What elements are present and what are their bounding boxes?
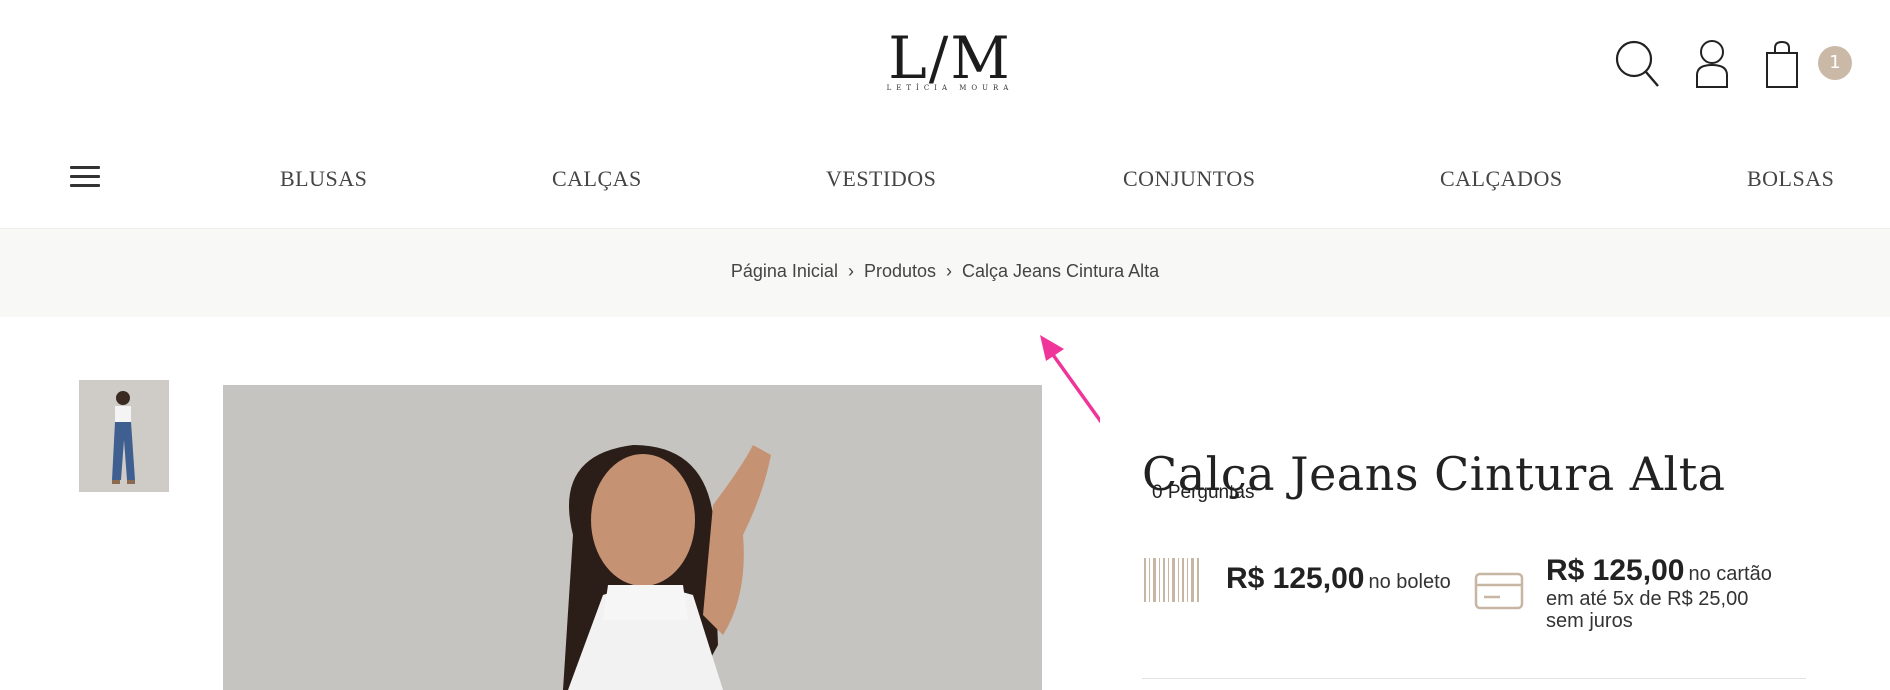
breadcrumb-products[interactable]: Produtos [864, 261, 936, 281]
breadcrumb-home[interactable]: Página Inicial [731, 261, 838, 281]
card-note: no cartão [1688, 563, 1772, 585]
breadcrumb-current: Calça Jeans Cintura Alta [962, 261, 1160, 281]
breadcrumb-bar: Página Inicial › Produtos › Calça Jeans Cint… [0, 229, 1890, 317]
nav-item-calcas[interactable]: CALÇAS [552, 166, 642, 192]
main-nav: BLUSAS CALÇAS VESTIDOS CONJUNTOS CALÇADO… [0, 160, 1890, 200]
chevron-right-icon: › [946, 261, 952, 281]
annotation-arrow-icon [1040, 335, 1100, 424]
boleto-note: no boleto [1368, 571, 1451, 593]
questions-link[interactable]: 0 Perguntas [1152, 482, 1254, 504]
nav-item-bolsas[interactable]: BOLSAS [1747, 166, 1834, 192]
chevron-right-icon: › [847, 261, 854, 281]
credit-card-icon [1474, 572, 1524, 610]
logo-mark: L/M [888, 24, 1012, 92]
nav-item-calcados[interactable]: CALÇADOS [1440, 166, 1563, 192]
brand-logo[interactable]: L/M LETÍCIA MOURA [885, 28, 1015, 98]
card-price: R$ 125,00 [1546, 554, 1685, 587]
card-interest: sem juros [1546, 610, 1633, 632]
nav-item-vestidos[interactable]: VESTIDOS [826, 166, 936, 192]
search-icon[interactable] [1614, 39, 1660, 93]
logo-subtitle: LETÍCIA MOURA [886, 84, 1014, 92]
header-icons [1580, 38, 1852, 94]
breadcrumb: Página Inicial › Produtos › Calça Jeans Cint… [0, 261, 1890, 282]
barcode-icon [1144, 558, 1199, 602]
section-divider [1142, 678, 1806, 679]
nav-item-conjuntos[interactable]: CONJUNTOS [1123, 166, 1255, 192]
cart-count-badge: 1 [1818, 46, 1852, 80]
nav-item-blusas[interactable]: BLUSAS [280, 166, 367, 192]
boleto-price: R$ 125,00 [1226, 562, 1365, 595]
card-installments: em até 5x de R$ 25,00 [1546, 588, 1749, 610]
product-main-image[interactable] [223, 385, 1042, 690]
product-thumbnail[interactable] [79, 380, 169, 492]
user-icon[interactable] [1694, 39, 1730, 93]
site-header: L/M LETÍCIA MOURA 1 BLUSAS CALÇAS VESTID… [0, 0, 1890, 229]
bag-icon[interactable] [1764, 39, 1800, 93]
